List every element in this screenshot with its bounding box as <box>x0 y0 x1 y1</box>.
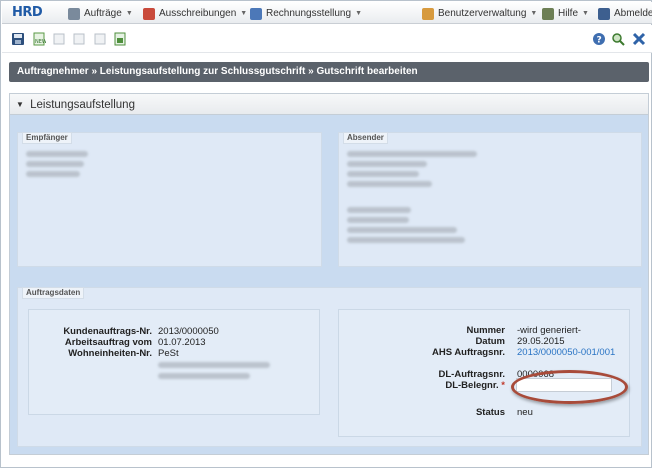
auftragsdaten-label: Auftragsdaten <box>22 287 85 299</box>
nummer-value: -wird generiert- <box>517 325 581 336</box>
empfaenger-box: Empfänger <box>17 132 322 267</box>
panel-header[interactable]: ▼ Leistungsaufstellung <box>10 94 648 115</box>
invoicing-icon <box>250 7 262 20</box>
nummer-label: Nummer <box>466 325 505 336</box>
panel-title: Leistungsaufstellung <box>30 99 135 111</box>
leistungsaufstellung-panel: ▼ Leistungsaufstellung Empfänger Absende… <box>9 93 649 455</box>
breadcrumb: Auftragnehmer » Leistungsaufstellung zur… <box>9 62 649 82</box>
chevron-down-icon: ▼ <box>355 10 362 17</box>
redacted-text <box>347 227 457 233</box>
redacted-text <box>26 161 84 167</box>
nav-abmelden-label: Abmelden <box>614 8 652 19</box>
redacted-text <box>26 151 88 157</box>
nav-abmelden[interactable]: Abmelden <box>598 6 652 21</box>
help-book-icon <box>542 7 554 20</box>
redacted-text <box>347 161 427 167</box>
wohneinheiten-value: PeSt <box>158 348 179 359</box>
redacted-text <box>347 237 465 243</box>
nav-rechnungsstellung[interactable]: Rechnungsstellung ▼ <box>250 6 362 21</box>
collapse-arrow-icon[interactable]: ▼ <box>16 100 24 109</box>
nav-auftraege[interactable]: Aufträge ▼ <box>68 6 133 21</box>
nav-benutzerverwaltung-label: Benutzerverwaltung <box>438 8 527 19</box>
svg-text:NEW: NEW <box>35 39 46 45</box>
export-icon[interactable] <box>93 32 107 46</box>
auftragsdaten-left: Kundenauftrags-Nr. 2013/0000050 Arbeitsa… <box>28 309 320 415</box>
breadcrumb-text: Auftragnehmer » Leistungsaufstellung zur… <box>17 66 418 77</box>
orders-icon <box>68 7 80 20</box>
nav-ausschreibungen[interactable]: Ausschreibungen ▼ <box>143 6 247 21</box>
arbeitsauftrag-label: Arbeitsauftrag vom <box>64 337 152 348</box>
kundenauftrags-value: 2013/0000050 <box>158 326 219 337</box>
redacted-text <box>347 151 477 157</box>
datum-value: 29.05.2015 <box>517 336 565 347</box>
empfaenger-label: Empfänger <box>22 132 72 144</box>
toolbar: NEW ? <box>2 25 652 53</box>
logo-text: HRD <box>12 5 43 20</box>
redacted-text <box>158 373 250 379</box>
auftragsdaten-box: Auftragsdaten Kundenauftrags-Nr. 2013/00… <box>17 287 642 447</box>
nav-auftraege-label: Aufträge <box>84 8 122 19</box>
dl-belegnr-label-text: DL-Belegnr. <box>445 380 499 391</box>
wohneinheiten-label: Wohneinheiten-Nr. <box>68 348 152 359</box>
ahs-link[interactable]: 2013/0000050-001/001 <box>517 347 615 358</box>
logout-icon <box>598 7 610 20</box>
ahs-label: AHS Auftragsnr. <box>431 347 505 358</box>
users-icon <box>422 7 434 20</box>
svg-text:?: ? <box>597 36 602 46</box>
hrd-logo[interactable]: HRD <box>12 5 50 21</box>
new-icon[interactable]: NEW <box>32 32 46 46</box>
absender-box: Absender <box>338 132 642 267</box>
nav-ausschreibungen-label: Ausschreibungen <box>159 8 237 19</box>
save-icon[interactable] <box>11 32 25 46</box>
nav-rechnungsstellung-label: Rechnungsstellung <box>266 8 352 19</box>
required-asterisk: * <box>501 380 505 391</box>
excel-icon[interactable] <box>113 32 127 46</box>
redacted-text <box>347 217 409 223</box>
arbeitsauftrag-value: 01.07.2013 <box>158 337 206 348</box>
nav-hilfe-label: Hilfe <box>558 8 579 19</box>
print-icon[interactable] <box>72 32 86 46</box>
dl-belegnr-label: DL-Belegnr. * <box>445 380 505 391</box>
app-window: HRD Aufträge ▼ Ausschreibungen ▼ Rechnun… <box>0 0 652 468</box>
close-icon[interactable] <box>632 32 646 46</box>
chevron-down-icon: ▼ <box>125 10 133 17</box>
redacted-text <box>347 181 432 187</box>
chevron-down-icon: ▼ <box>530 10 538 17</box>
tenders-icon <box>143 7 155 20</box>
redacted-text <box>158 362 270 368</box>
chevron-down-icon: ▼ <box>240 10 248 17</box>
nav-hilfe[interactable]: Hilfe ▼ <box>542 6 589 21</box>
redacted-text <box>347 171 419 177</box>
redacted-text <box>26 171 80 177</box>
auftragsdaten-right: Nummer -wird generiert- Datum 29.05.2015… <box>338 309 630 437</box>
help-icon[interactable]: ? <box>592 32 606 46</box>
chevron-down-icon: ▼ <box>582 10 589 17</box>
absender-label: Absender <box>343 132 388 144</box>
datum-label: Datum <box>475 336 505 347</box>
redacted-text <box>347 207 411 213</box>
search-icon[interactable] <box>611 32 625 46</box>
status-label: Status <box>475 407 505 418</box>
kundenauftrags-label: Kundenauftrags-Nr. <box>63 326 152 337</box>
nav-benutzerverwaltung[interactable]: Benutzerverwaltung ▼ <box>422 6 537 21</box>
highlight-ellipse <box>511 370 628 404</box>
dl-auftragsnr-label: DL-Auftragsnr. <box>438 369 506 380</box>
top-navbar: HRD Aufträge ▼ Ausschreibungen ▼ Rechnun… <box>2 2 652 24</box>
copy-icon[interactable] <box>52 32 66 46</box>
status-value: neu <box>517 407 533 418</box>
